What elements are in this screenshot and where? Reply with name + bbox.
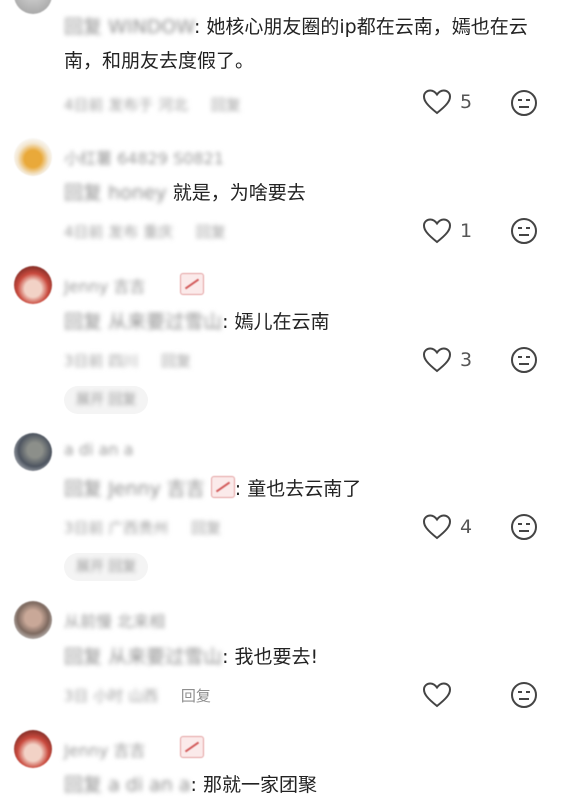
comment-time: 4日前 发布 重庆 — [64, 223, 174, 241]
avatar[interactable] — [14, 0, 52, 14]
heart-icon — [422, 347, 452, 373]
avatar[interactable] — [14, 138, 52, 176]
dislike-button[interactable] — [510, 513, 538, 545]
heart-icon — [422, 218, 452, 244]
comment-body[interactable]: 回复 a di an a: 那就一家团聚 — [64, 768, 542, 802]
comment-body[interactable]: 回复 Jenny 吉吉 : 童也去云南了 — [64, 472, 542, 506]
reply-target[interactable]: a di an a — [108, 774, 190, 796]
meh-face-icon — [511, 514, 537, 540]
reply-target[interactable]: 从来要过雪山 — [108, 311, 222, 333]
dislike-button[interactable] — [510, 89, 538, 121]
like-button[interactable]: 4 — [422, 513, 472, 541]
like-button[interactable]: 3 — [422, 346, 472, 374]
reply-button[interactable]: 回复 — [211, 96, 241, 114]
comment-meta: 3日前 四川 回复 — [64, 350, 191, 371]
heart-icon — [422, 89, 452, 115]
comment-meta: 4日前 发布于 河北 回复 — [64, 94, 241, 115]
comment-time: 3日 小时 山西 — [64, 687, 159, 705]
reply-prefix: 回复 — [64, 311, 103, 333]
comment-time: 3日前 四川 — [64, 352, 139, 370]
like-button[interactable]: 1 — [422, 217, 472, 245]
comment-username[interactable]: Jenny 吉吉 — [64, 737, 145, 761]
reply-prefix: 回复 — [64, 646, 103, 668]
like-count: 3 — [460, 349, 473, 371]
comment-meta: 3日 小时 山西 回复 — [64, 685, 211, 706]
comment-body[interactable]: 回复 honey 就是，为啥要去 — [64, 176, 542, 210]
sticker-icon — [180, 273, 204, 295]
like-count: 5 — [460, 91, 473, 113]
comment-time: 3日前 广西贵州 — [64, 519, 169, 537]
sticker-icon — [210, 476, 235, 498]
meh-face-icon — [511, 90, 537, 116]
username-text: Jenny 吉吉 — [64, 277, 146, 296]
reply-button[interactable]: 回复 — [191, 519, 221, 537]
reply-target[interactable]: 从来要过雪山 — [108, 646, 222, 668]
comment-meta: 4日前 发布 重庆 回复 — [64, 221, 226, 242]
comment-time: 4日前 发布于 河北 — [64, 96, 189, 114]
heart-icon — [422, 514, 452, 540]
meh-face-icon — [511, 347, 537, 373]
like-count: 1 — [460, 220, 473, 242]
reply-target[interactable]: honey — [108, 182, 167, 204]
dislike-button[interactable] — [510, 217, 538, 249]
avatar[interactable] — [14, 730, 52, 768]
reply-prefix: 回复 — [64, 182, 103, 204]
reply-prefix: 回复 — [64, 16, 103, 38]
expand-replies-button[interactable]: 展开 回复 — [64, 553, 149, 581]
username-text: Jenny 吉吉 — [64, 741, 146, 760]
avatar[interactable] — [14, 266, 52, 304]
like-button[interactable]: 5 — [422, 88, 472, 116]
avatar[interactable] — [14, 433, 52, 471]
like-button[interactable] — [422, 681, 460, 709]
comment-meta: 3日前 广西贵州 回复 — [64, 517, 221, 538]
reply-button[interactable]: 回复 — [181, 687, 211, 705]
avatar[interactable] — [14, 601, 52, 639]
meh-face-icon — [511, 218, 537, 244]
reply-prefix: 回复 — [64, 478, 103, 500]
comment-text: 嫣儿在云南 — [234, 311, 330, 333]
comment-body[interactable]: 回复 从来要过雪山: 我也要去! — [64, 640, 542, 674]
dislike-button[interactable] — [510, 681, 538, 713]
reply-target[interactable]: Jenny 吉吉 — [108, 478, 205, 500]
comment-text: 童也去云南了 — [247, 478, 362, 500]
heart-icon — [422, 682, 452, 708]
sticker-icon — [180, 736, 204, 758]
expand-replies-button[interactable]: 展开 回复 — [64, 386, 149, 414]
dislike-button[interactable] — [510, 346, 538, 378]
comment-username[interactable]: a di an a — [64, 440, 133, 459]
like-count: 4 — [460, 516, 473, 538]
comment-text: 就是，为啥要去 — [172, 182, 306, 204]
comment-body[interactable]: 回复 WINDOW: 她核心朋友圈的ip都在云南，嫣也在云南，和朋友去度假了。 — [64, 10, 542, 78]
reply-button[interactable]: 回复 — [196, 223, 226, 241]
comment-username[interactable]: Jenny 吉吉 — [64, 273, 145, 297]
reply-prefix: 回复 — [64, 774, 103, 796]
comment-text: 我也要去! — [234, 646, 319, 668]
comment-body[interactable]: 回复 从来要过雪山: 嫣儿在云南 — [64, 305, 542, 339]
comment-text: 那就一家团聚 — [202, 774, 317, 796]
reply-target[interactable]: WINDOW — [108, 16, 194, 38]
meh-face-icon — [511, 682, 537, 708]
comment-username[interactable]: 从前慢 北来相 — [64, 608, 165, 632]
comment-username[interactable]: 小红薯 64829 S0821 — [64, 145, 224, 169]
reply-button[interactable]: 回复 — [161, 352, 191, 370]
